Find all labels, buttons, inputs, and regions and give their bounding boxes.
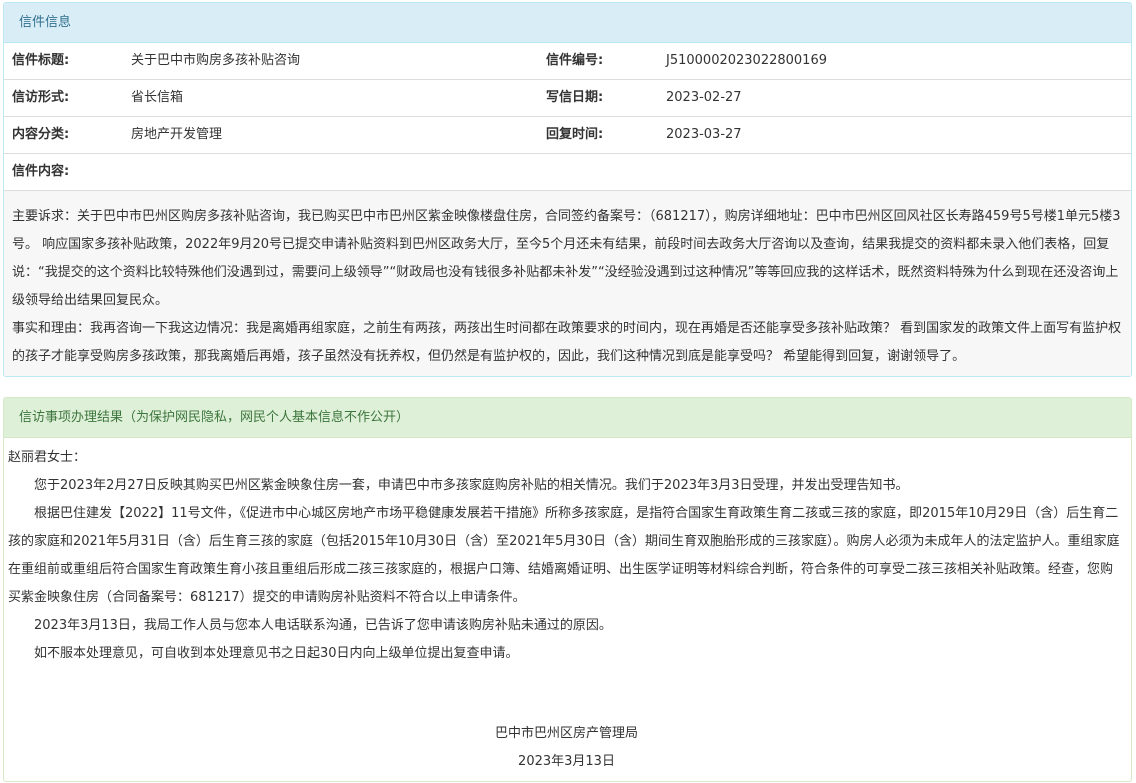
letter-info-heading: 信件信息 <box>4 3 1131 43</box>
label-reply-time: 回复时间: <box>546 127 604 142</box>
content-paragraph-reasons: 事实和理由：我再咨询一下我这边情况：我是离婚再组家庭，之前生有两孩，两孩出生时间… <box>12 321 1122 364</box>
value-content-category: 房地产开发管理 <box>131 127 223 142</box>
info-row-category: 内容分类: 房地产开发管理 回复时间: 2023-03-27 <box>4 117 1131 154</box>
value-letter-title: 关于巴中市购房多孩补贴咨询 <box>131 53 301 68</box>
label-letter-title: 信件标题: <box>12 53 70 68</box>
content-paragraph-appeal: 主要诉求：关于巴中市巴州区购房多孩补贴咨询，我已购买巴中市巴州区紫金映像楼盘住房… <box>12 209 1121 308</box>
label-write-date: 写信日期: <box>546 90 604 105</box>
label-content-category: 内容分类: <box>12 127 70 142</box>
label-letter-content: 信件内容: <box>12 164 70 179</box>
label-letter-number: 信件编号: <box>546 53 604 68</box>
result-paragraph: 根据巴住建发【2022】11号文件，《促进市中心城区房地产市场平稳健康发展若干措… <box>8 506 1120 605</box>
signature-block: 巴中市巴州区房产管理局 2023年3月13日 <box>8 720 1125 776</box>
info-row-form: 信访形式: 省长信箱 写信日期: 2023-02-27 <box>4 80 1131 117</box>
label-petition-form: 信访形式: <box>12 90 70 105</box>
value-petition-form: 省长信箱 <box>131 90 184 105</box>
value-letter-number: J5100002023022800169 <box>666 53 827 68</box>
result-body: 赵丽君女士： 您于2023年2月27日反映其购买巴州区紫金映象住房一套，申请巴中… <box>4 438 1131 776</box>
letter-info-panel: 信件信息 信件标题: 关于巴中市购房多孩补贴咨询 信件编号: J51000020… <box>3 2 1132 377</box>
result-paragraph: 2023年3月13日，我局工作人员与您本人电话联系沟通，已告诉了您申请该购房补贴… <box>34 618 612 633</box>
result-paragraph: 您于2023年2月27日反映其购买巴州区紫金映象住房一套，申请巴中市多孩家庭购房… <box>34 478 909 493</box>
result-heading: 信访事项办理结果（为保护网民隐私，网民个人基本信息不作公开） <box>4 398 1131 438</box>
info-row-content-label: 信件内容: <box>4 154 1131 191</box>
value-reply-time: 2023-03-27 <box>666 127 742 142</box>
signature-date: 2023年3月13日 <box>518 754 615 769</box>
result-paragraph: 如不服本处理意见，可自收到本处理意见书之日起30日内向上级单位提出复查申请。 <box>34 646 519 661</box>
result-salutation: 赵丽君女士： <box>8 450 87 465</box>
letter-content-body: 主要诉求：关于巴中市巴州区购房多孩补贴咨询，我已购买巴中市巴州区紫金映像楼盘住房… <box>4 191 1131 376</box>
result-panel: 信访事项办理结果（为保护网民隐私，网民个人基本信息不作公开） 赵丽君女士： 您于… <box>3 397 1132 782</box>
value-write-date: 2023-02-27 <box>666 90 742 105</box>
info-row-title: 信件标题: 关于巴中市购房多孩补贴咨询 信件编号: J5100002023022… <box>4 43 1131 80</box>
signature-org: 巴中市巴州区房产管理局 <box>494 726 638 741</box>
